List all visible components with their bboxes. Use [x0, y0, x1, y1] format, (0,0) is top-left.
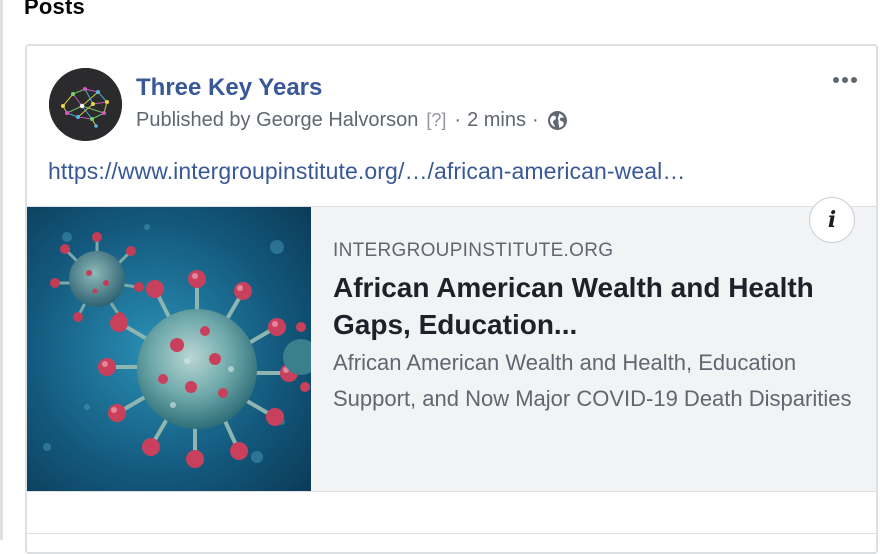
post-url-link[interactable]: https://www.intergroupinstitute.org/…/af…	[48, 158, 685, 185]
brain-network-icon	[49, 68, 122, 141]
post-card: Three Key Years Published by George Halv…	[25, 44, 878, 554]
left-border	[0, 0, 3, 540]
post-meta: Published by George Halvorson [?] · 2 mi…	[136, 109, 568, 132]
info-icon[interactable]: i	[809, 197, 855, 243]
more-dot	[842, 77, 848, 83]
link-headline[interactable]: African American Wealth and Health Gaps,…	[333, 269, 853, 343]
link-description: African American Wealth and Health, Educ…	[333, 350, 852, 411]
meta-separator: ·	[531, 109, 539, 131]
section-title: Posts	[24, 0, 85, 19]
published-by-text: Published by George Halvorson	[136, 109, 419, 131]
more-dot	[833, 77, 839, 83]
link-preview[interactable]: INTERGROUPINSTITUTE.ORG African American…	[27, 197, 876, 492]
help-marker[interactable]: [?]	[426, 110, 446, 131]
card-divider	[27, 533, 876, 534]
coronavirus-image	[27, 207, 311, 491]
page-name-link[interactable]: Three Key Years	[136, 74, 322, 102]
link-domain: INTERGROUPINSTITUTE.ORG	[333, 240, 614, 261]
meta-separator: ·	[454, 109, 462, 131]
globe-icon[interactable]	[547, 110, 568, 131]
more-dot	[851, 77, 857, 83]
post-time[interactable]: 2 mins	[467, 109, 526, 132]
more-options-icon[interactable]	[828, 68, 862, 92]
page-avatar[interactable]	[49, 68, 122, 141]
